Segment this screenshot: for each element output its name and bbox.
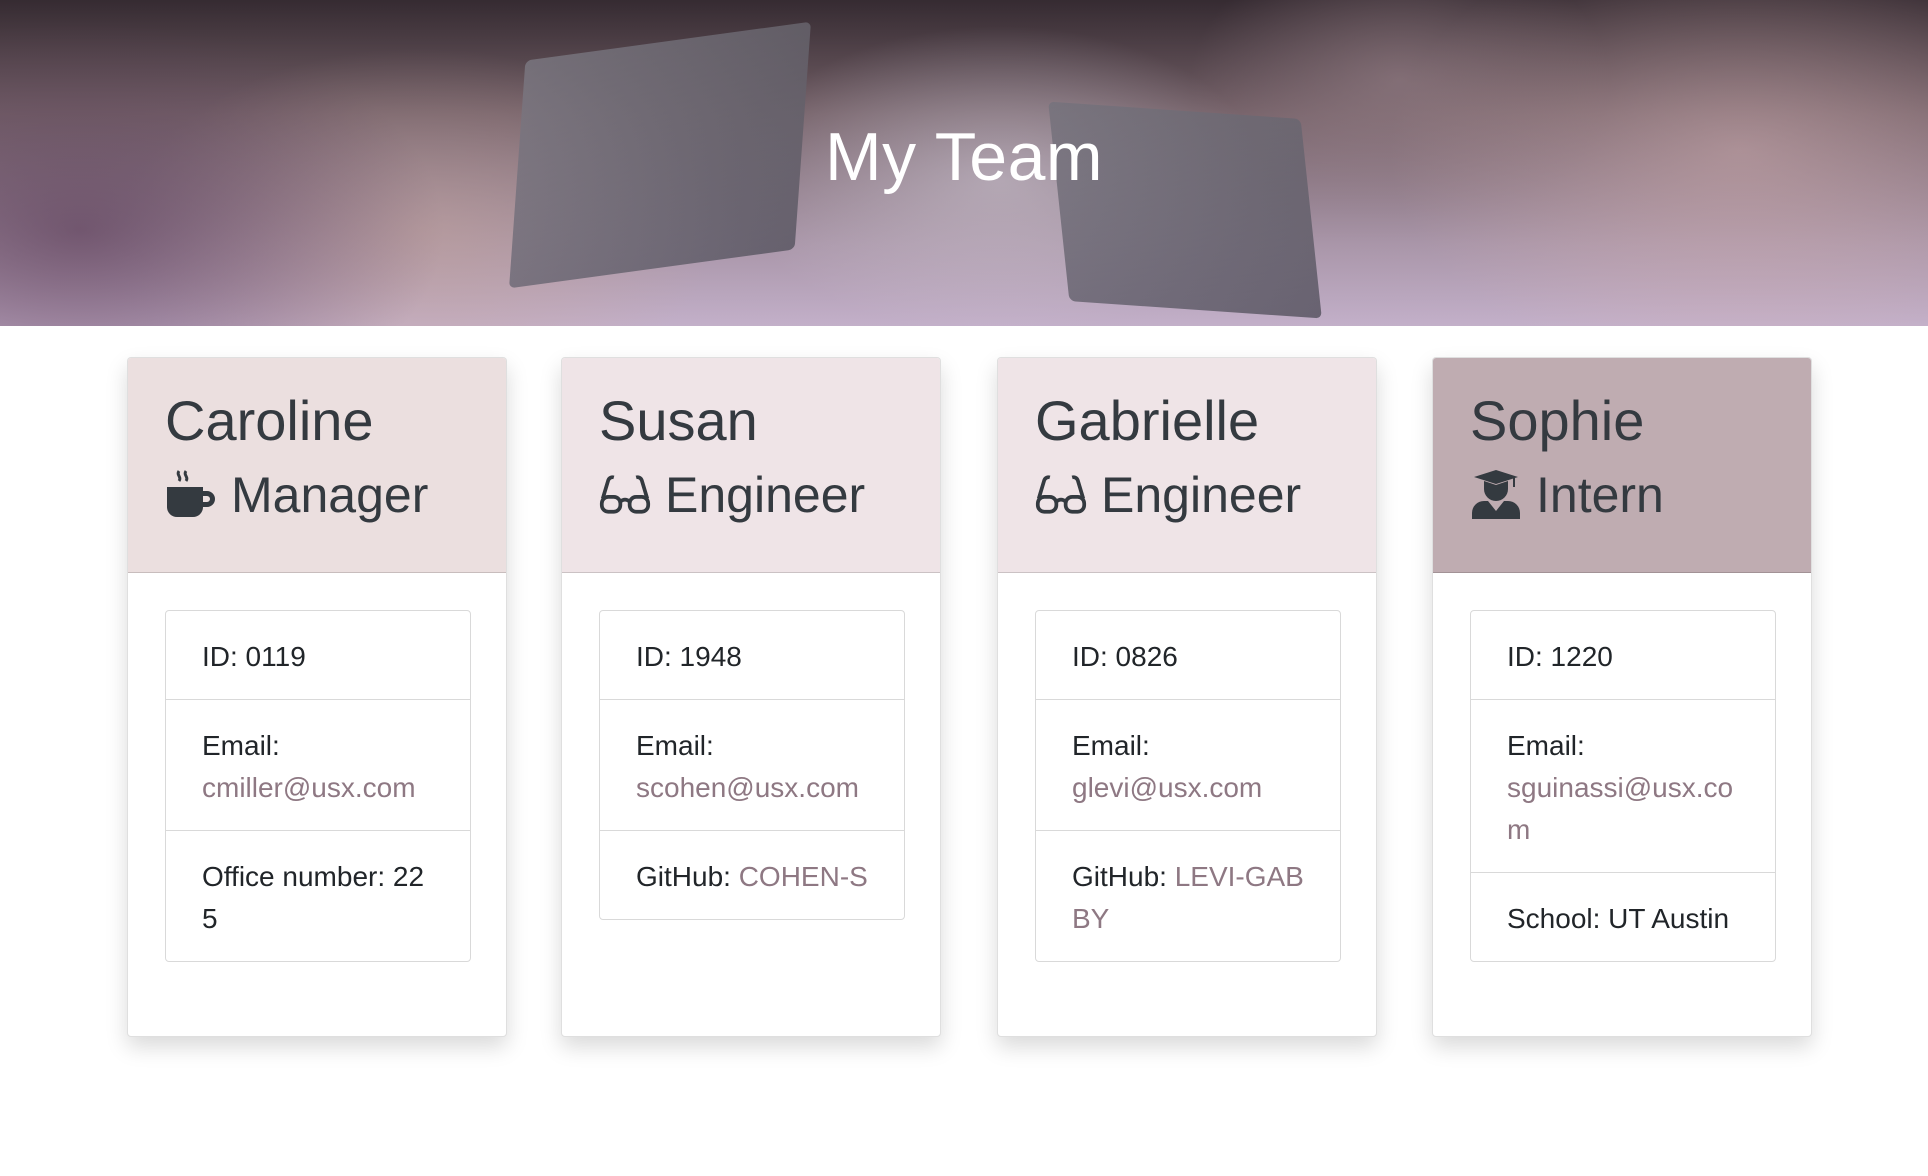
employee-email-row: Email: cmiller@usx.com (166, 699, 470, 830)
github-label: GitHub: (1072, 861, 1175, 892)
employee-name: Gabrielle (1035, 389, 1260, 452)
employee-card: Susan Engineer ID: 1948 Email: scohen@us… (561, 357, 941, 1037)
card-header: Gabrielle Engineer (998, 358, 1376, 573)
employee-email-row: Email: scohen@usx.com (600, 699, 904, 830)
email-label: Email: (202, 730, 280, 761)
employee-name: Susan (599, 389, 758, 452)
email-link[interactable]: sguinassi@usx.com (1507, 772, 1733, 845)
employee-name: Caroline (165, 389, 374, 452)
employee-email-row: Email: glevi@usx.com (1036, 699, 1340, 830)
employee-details: ID: 0826 Email: glevi@usx.com GitHub: LE… (1035, 610, 1341, 962)
github-link[interactable]: COHEN-S (739, 861, 868, 892)
email-link[interactable]: glevi@usx.com (1072, 772, 1262, 803)
card-header: Caroline Manager (128, 358, 506, 573)
email-link[interactable]: scohen@usx.com (636, 772, 859, 803)
github-row: GitHub: COHEN-S (600, 830, 904, 919)
card-header: Susan Engineer (562, 358, 940, 573)
employee-role-label: Intern (1536, 467, 1664, 523)
employee-card: Gabrielle Engineer ID: 0826 Email: glevi… (997, 357, 1377, 1037)
hero-banner: My Team (0, 0, 1928, 326)
employee-role: Engineer (599, 464, 940, 526)
employee-card: Caroline Manager ID: 0119 Email: cmiller… (127, 357, 507, 1037)
page-title: My Team (824, 119, 1104, 195)
employee-role-label: Engineer (1101, 467, 1302, 523)
card-header: Sophie Intern (1433, 358, 1811, 573)
email-link[interactable]: cmiller@usx.com (202, 772, 416, 803)
employee-role-label: Manager (231, 467, 429, 523)
employee-details: ID: 1948 Email: scohen@usx.com GitHub: C… (599, 610, 905, 920)
employee-details: ID: 1220 Email: sguinassi@usx.com School… (1470, 610, 1776, 962)
employee-id: ID: 0826 (1072, 641, 1178, 672)
employee-role-label: Engineer (665, 467, 866, 523)
glasses-icon (1035, 469, 1087, 521)
employee-card: Sophie Intern ID: 1220 Email: sguinassi@… (1432, 357, 1812, 1037)
employee-name: Sophie (1470, 389, 1645, 452)
email-label: Email: (1507, 730, 1585, 761)
employee-id: ID: 1948 (636, 641, 742, 672)
employee-id: ID: 0119 (202, 641, 306, 672)
office-number: Office number: 225 (166, 830, 470, 961)
coffee-mug-icon (165, 469, 217, 521)
graduate-icon (1470, 469, 1522, 521)
github-label: GitHub: (636, 861, 739, 892)
employee-role: Engineer (1035, 464, 1376, 526)
glasses-icon (599, 469, 651, 521)
github-row: GitHub: LEVI-GABBY (1036, 830, 1340, 961)
employee-details: ID: 0119 Email: cmiller@usx.com Office n… (165, 610, 471, 962)
email-label: Email: (636, 730, 714, 761)
employee-role: Intern (1470, 464, 1811, 526)
employee-id: ID: 1220 (1507, 641, 1613, 672)
school: School: UT Austin (1471, 872, 1775, 961)
email-label: Email: (1072, 730, 1150, 761)
employee-role: Manager (165, 464, 506, 526)
employee-email-row: Email: sguinassi@usx.com (1471, 699, 1775, 872)
